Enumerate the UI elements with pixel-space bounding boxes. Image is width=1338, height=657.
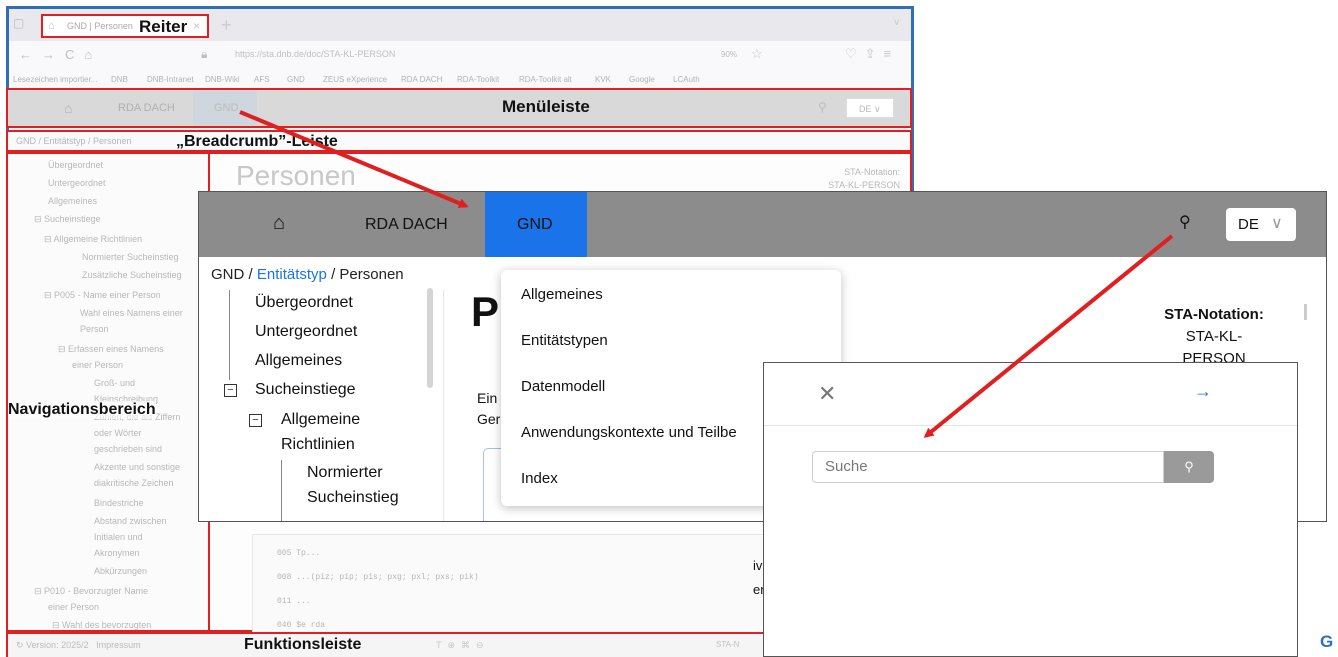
annotation-arrows	[239, 110, 1174, 438]
arrow-to-gnd	[239, 110, 469, 208]
arrow-to-search	[923, 234, 1174, 438]
